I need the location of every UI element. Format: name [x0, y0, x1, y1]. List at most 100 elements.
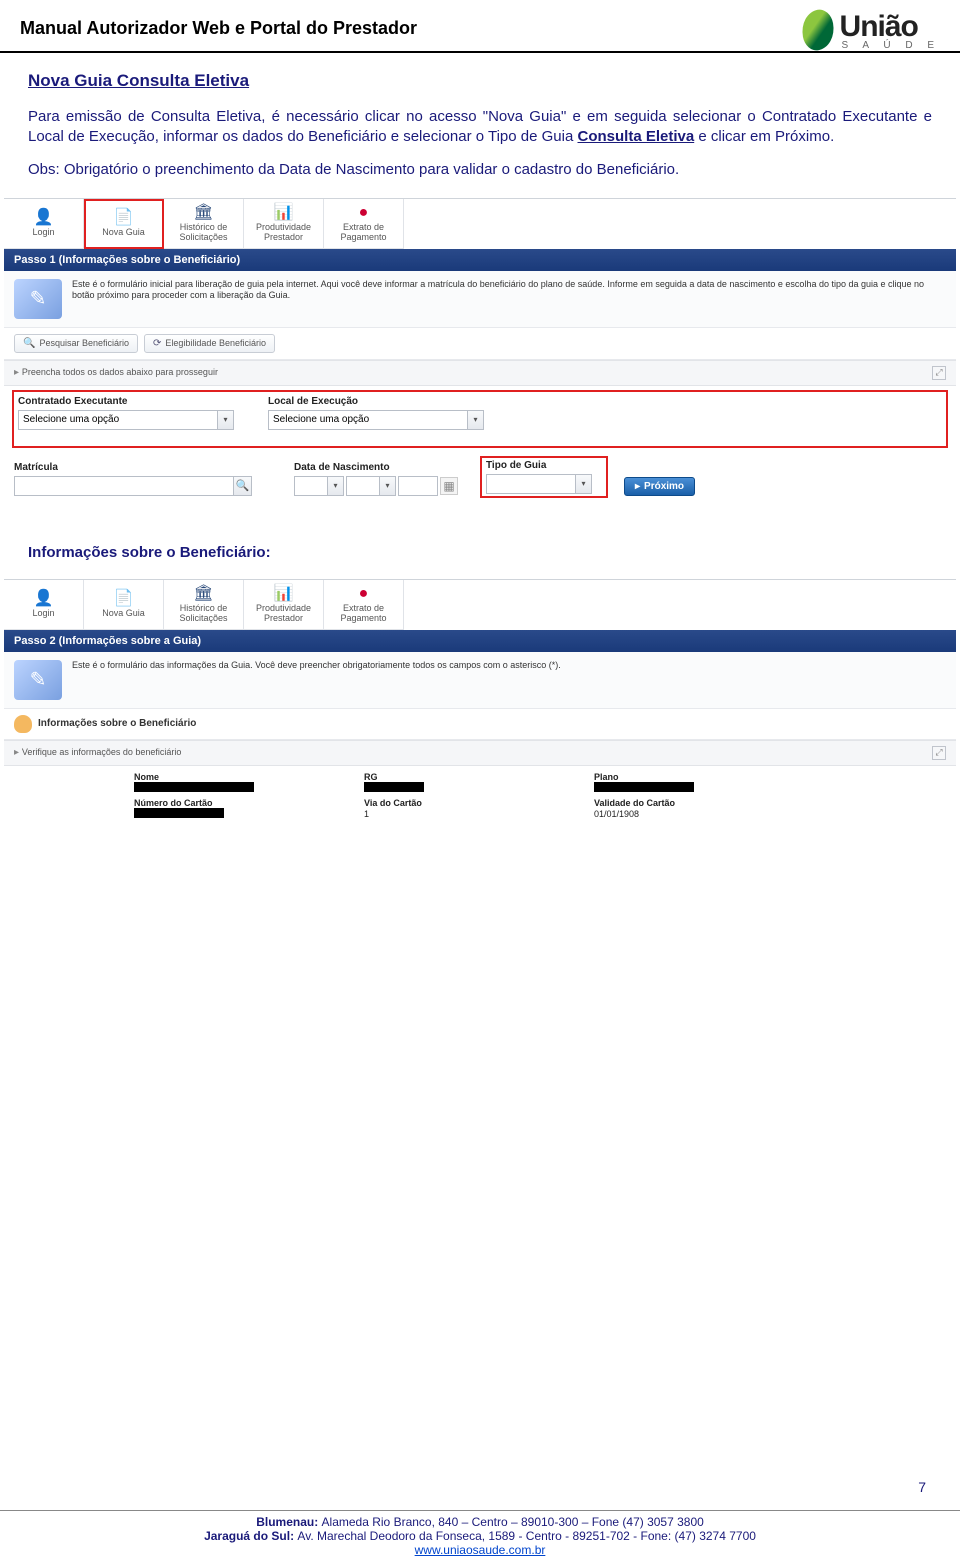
- toolbar-nova-guia[interactable]: 📄 Nova Guia: [84, 580, 164, 630]
- btn-elegibilidade[interactable]: ⟳ Elegibilidade Beneficiário: [144, 334, 275, 353]
- chevron-right-icon: ▸: [635, 481, 640, 492]
- document-icon: 📄: [114, 209, 134, 227]
- toolbar-login[interactable]: 👤 Login: [4, 199, 84, 249]
- user-icon: 👤: [34, 590, 54, 608]
- step-banner-1: Passo 1 (Informações sobre o Beneficiári…: [4, 249, 956, 271]
- data-grid-row1: Nome RG Plano: [4, 766, 956, 796]
- footer-city-2: Jaraguá do Sul:: [204, 1529, 297, 1543]
- select-local[interactable]: ▾: [268, 410, 498, 430]
- btn-proximo-label: Próximo: [644, 481, 684, 492]
- section-bar-preencha[interactable]: ▸ Preencha todos os dados abaixo para pr…: [4, 360, 956, 386]
- screenshot-1: 👤 Login 📄 Nova Guia 🏛 Histórico de Solic…: [4, 198, 956, 516]
- toolbar-produtividade[interactable]: 📊 Produtividade Prestador: [244, 580, 324, 630]
- section-heading: Nova Guia Consulta Eletiva: [28, 71, 932, 91]
- search-icon[interactable]: 🔍: [234, 476, 252, 496]
- toolbar: 👤 Login 📄 Nova Guia 🏛 Histórico de Solic…: [4, 199, 956, 249]
- redacted-nome: [134, 782, 254, 792]
- dot-icon: ●: [359, 204, 369, 222]
- label-matricula: Matrícula: [14, 462, 274, 473]
- body-text: Nova Guia Consulta Eletiva Para emissão …: [0, 71, 960, 180]
- chevron-down-icon: ▾: [576, 474, 592, 494]
- select-tipo-guia[interactable]: ▾: [486, 474, 602, 494]
- chevron-down-icon: ▾: [380, 476, 396, 496]
- toolbar-produtividade[interactable]: 📊 Produtividade Prestador: [244, 199, 324, 249]
- label-tipo-guia: Tipo de Guia: [486, 460, 602, 471]
- archive-icon: 🏛: [193, 204, 213, 222]
- toolbar-login[interactable]: 👤 Login: [4, 580, 84, 630]
- btn-label: Pesquisar Beneficiário: [39, 338, 129, 348]
- dot-icon: ●: [359, 585, 369, 603]
- footer-addr-1: Alameda Rio Branco, 840 – Centro – 89010…: [322, 1515, 704, 1529]
- footer-line-2: Jaraguá do Sul: Av. Marechal Deodoro da …: [0, 1529, 960, 1543]
- form-icon: ✎: [14, 279, 62, 319]
- section-bar-verifique[interactable]: ▸ Verifique as informações do beneficiár…: [4, 740, 956, 766]
- info-text-2: Este é o formulário das informações da G…: [72, 660, 946, 672]
- toolbar-2: 👤 Login 📄 Nova Guia 🏛 Histórico de Solic…: [4, 580, 956, 630]
- value-validade-cartao: 01/01/1908: [594, 809, 734, 819]
- toolbar-label: Login: [32, 228, 54, 238]
- form-area-1: Contratado Executante ▾ Local de Execuçã…: [4, 386, 956, 516]
- toolbar-historico[interactable]: 🏛 Histórico de Solicitações: [164, 580, 244, 630]
- chevron-down-icon: ▾: [218, 410, 234, 430]
- select-dia[interactable]: ▾: [294, 476, 344, 496]
- redacted-plano: [594, 782, 694, 792]
- chart-icon: 📊: [274, 204, 294, 222]
- toolbar-historico[interactable]: 🏛 Histórico de Solicitações: [164, 199, 244, 249]
- toolbar-nova-guia[interactable]: 📄 Nova Guia: [84, 199, 164, 249]
- search-icon: 🔍: [23, 338, 35, 349]
- footer-city-1: Blumenau:: [256, 1515, 321, 1529]
- info-text: Este é o formulário inicial para liberaç…: [72, 279, 946, 302]
- section-bar-label: Preencha todos os dados abaixo para pros…: [22, 367, 218, 377]
- select-local-input[interactable]: [268, 410, 468, 430]
- info-row-2: ✎ Este é o formulário das informações da…: [4, 652, 956, 709]
- toolbar-extrato[interactable]: ● Extrato de Pagamento: [324, 199, 404, 249]
- toolbar-extrato[interactable]: ● Extrato de Pagamento: [324, 580, 404, 630]
- select-contratado-input[interactable]: [18, 410, 218, 430]
- label-contratado: Contratado Executante: [18, 396, 248, 407]
- page-number: 7: [918, 1479, 926, 1495]
- calendar-icon[interactable]: ▦: [440, 477, 458, 495]
- sub-heading-beneficiario: Informações sobre o Beneficiário:: [0, 544, 960, 561]
- input-matricula[interactable]: [14, 476, 234, 496]
- toolbar-label: Produtividade Prestador: [256, 604, 311, 624]
- expand-icon[interactable]: ⤢: [932, 366, 946, 380]
- logo-sub: S A Ú D E: [842, 40, 940, 51]
- label-data-nascimento: Data de Nascimento: [294, 462, 464, 473]
- label-validade-cartao: Validade do Cartão: [594, 798, 734, 808]
- info-row: ✎ Este é o formulário inicial para liber…: [4, 271, 956, 328]
- logo: União S A Ú D E: [802, 10, 940, 51]
- btn-proximo[interactable]: ▸ Próximo: [624, 477, 695, 496]
- toolbar-label: Nova Guia: [102, 228, 145, 238]
- chevron-down-icon: ▾: [468, 410, 484, 430]
- doc-title: Manual Autorizador Web e Portal do Prest…: [20, 10, 417, 39]
- btn-pesquisar-beneficiario[interactable]: 🔍 Pesquisar Beneficiário: [14, 334, 138, 353]
- p1-c: e clicar em Próximo.: [694, 128, 834, 145]
- document-icon: 📄: [114, 590, 134, 608]
- highlight-contratado-local: Contratado Executante ▾ Local de Execuçã…: [12, 390, 948, 448]
- doc-header: Manual Autorizador Web e Portal do Prest…: [0, 0, 960, 53]
- benef-header: Informações sobre o Beneficiário: [4, 709, 956, 740]
- chevron-right-icon: ▸: [14, 747, 22, 758]
- label-local: Local de Execução: [268, 396, 498, 407]
- label-rg: RG: [364, 772, 504, 782]
- chevron-right-icon: ▸: [14, 367, 22, 378]
- select-mes[interactable]: ▾: [346, 476, 396, 496]
- step-banner-2: Passo 2 (Informações sobre a Guia): [4, 630, 956, 652]
- footer-link[interactable]: www.uniaosaude.com.br: [415, 1543, 546, 1557]
- screenshot-2: 👤 Login 📄 Nova Guia 🏛 Histórico de Solic…: [4, 579, 956, 823]
- sub-toolbar: 🔍 Pesquisar Beneficiário ⟳ Elegibilidade…: [4, 328, 956, 360]
- redacted-numero-cartao: [134, 808, 224, 818]
- archive-icon: 🏛: [193, 585, 213, 603]
- toolbar-label: Login: [32, 609, 54, 619]
- footer-addr-2: Av. Marechal Deodoro da Fonseca, 1589 - …: [297, 1529, 756, 1543]
- user-icon: 👤: [34, 209, 54, 227]
- toolbar-label: Nova Guia: [102, 609, 145, 619]
- person-icon: [14, 715, 32, 733]
- label-nome: Nome: [134, 772, 274, 782]
- toolbar-label: Histórico de Solicitações: [179, 223, 227, 243]
- input-ano[interactable]: [398, 476, 438, 496]
- expand-icon[interactable]: ⤢: [932, 746, 946, 760]
- chevron-down-icon: ▾: [328, 476, 344, 496]
- form-icon: ✎: [14, 660, 62, 700]
- select-contratado[interactable]: ▾: [18, 410, 248, 430]
